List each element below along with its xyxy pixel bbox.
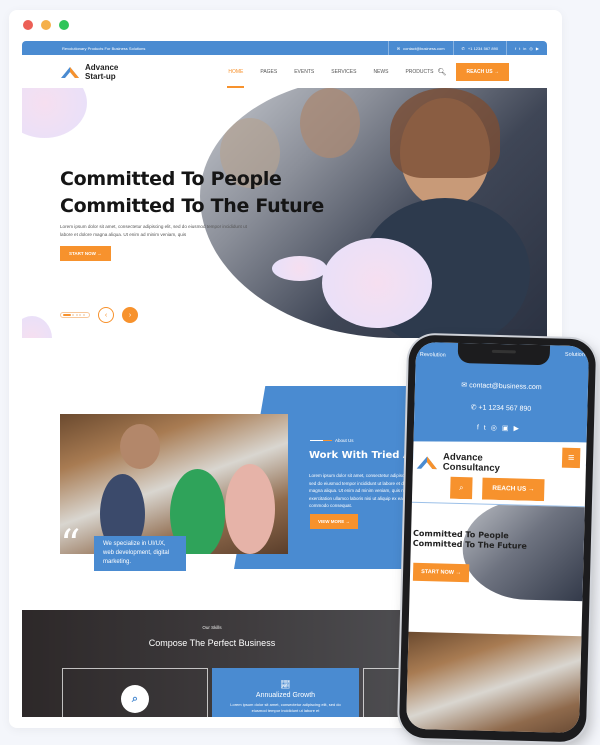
nav-menu: HOME PAGES EVENTS SERVICES NEWS PRODUCTS: [227, 69, 434, 88]
logo-mark-icon: [415, 453, 439, 472]
hero-section: Committed To People Committed To The Futu…: [22, 88, 547, 338]
social-links: f t in ◎ ▶: [506, 41, 547, 55]
twitter-icon[interactable]: t: [519, 46, 520, 51]
mobile-about-photo: [405, 631, 582, 734]
phone-contact[interactable]: ✆ +1 1234 567 890: [452, 41, 507, 55]
nav-pages[interactable]: PAGES: [260, 69, 277, 75]
next-slide-button[interactable]: ›: [122, 307, 138, 323]
nav-services[interactable]: SERVICES: [331, 69, 356, 75]
logo-line1: Advance: [85, 62, 119, 72]
youtube-icon[interactable]: ▶: [513, 425, 524, 432]
search-icon: ⌕: [121, 685, 149, 713]
maximize-dot[interactable]: [59, 20, 69, 30]
decor-blob: [322, 238, 432, 328]
mobile-email[interactable]: ✉ contact@business.com: [415, 380, 588, 393]
mobile-screen: Revolution Solution ✉ contact@business.c…: [405, 341, 590, 734]
decor-blob: [22, 316, 52, 338]
mobile-reach-us-button[interactable]: REACH US →: [482, 478, 545, 502]
top-bar: Revolutionary Products For Business Solu…: [22, 41, 547, 55]
linkedin-icon[interactable]: ▣: [502, 425, 514, 432]
slider-controls: ‹ ›: [60, 307, 138, 323]
person-shape: [300, 88, 360, 158]
skill-card-growth[interactable]: 📈︎ Annualized Growth Lorem ipsum dolor s…: [212, 668, 359, 717]
reach-us-button[interactable]: REACH US →: [456, 62, 509, 81]
decor-blob: [22, 88, 87, 138]
main-nav: Advance Start-up HOME PAGES EVENTS SERVIC…: [22, 55, 547, 88]
mobile-phone-mockup: Revolution Solution ✉ contact@business.c…: [398, 334, 597, 743]
mobile-tagline-left: Revolution: [419, 351, 446, 359]
tagline: Revolutionary Products For Business Solu…: [62, 45, 146, 51]
skill-card-research[interactable]: ⌕ Expand Your Research: [62, 668, 208, 717]
logo-mark-icon: [61, 66, 79, 78]
close-dot[interactable]: [23, 20, 33, 30]
youtube-icon[interactable]: ▶: [536, 46, 539, 51]
specialty-quote: We specialize in UI/UX, web development,…: [94, 536, 186, 571]
mobile-tagline-right: Solution: [564, 351, 585, 359]
nav-events[interactable]: EVENTS: [294, 69, 314, 75]
mobile-logo[interactable]: Advance Consultancy: [415, 452, 501, 474]
about-photo: [60, 414, 288, 554]
decor-blob: [272, 256, 327, 281]
logo[interactable]: Advance Start-up: [60, 63, 118, 81]
linkedin-icon[interactable]: in: [523, 46, 526, 51]
mobile-search-button[interactable]: ⌕: [450, 477, 473, 500]
mobile-phone[interactable]: ✆ +1 1234 567 890: [414, 402, 587, 415]
view-more-button[interactable]: VIEW MORE →: [310, 514, 359, 529]
email-contact[interactable]: ✉ contact@business.com: [387, 41, 453, 55]
facebook-icon[interactable]: f: [515, 46, 516, 51]
hero-title: Committed To People Committed To The Futu…: [60, 168, 324, 217]
nav-home[interactable]: HOME: [227, 69, 245, 88]
nav-products[interactable]: PRODUCTS: [405, 69, 433, 75]
start-now-button[interactable]: START NOW →: [60, 246, 111, 261]
mobile-hero-title: Committed To People Committed To The Futu…: [412, 528, 527, 551]
hair-shape: [390, 88, 500, 178]
phone-text: +1 1234 567 890: [467, 45, 499, 51]
logo-line2: Consultancy: [442, 461, 500, 475]
email-text: contact@business.com: [403, 45, 445, 51]
skill-card-title: Annualized Growth: [255, 692, 316, 699]
minimize-dot[interactable]: [41, 20, 51, 30]
nav-news[interactable]: NEWS: [373, 69, 388, 75]
search-icon[interactable]: 🔍︎: [438, 68, 447, 76]
instagram-icon[interactable]: ◎: [491, 425, 502, 432]
instagram-icon[interactable]: ◎: [529, 46, 533, 51]
chart-icon: 📈︎: [280, 680, 291, 689]
slide-indicator[interactable]: [60, 312, 90, 318]
window-controls: [23, 20, 69, 30]
mobile-hero: Committed To People Committed To The Futu…: [409, 501, 585, 619]
hamburger-menu-icon[interactable]: ≡: [562, 448, 581, 468]
mobile-start-now-button[interactable]: START NOW →: [412, 562, 470, 583]
about-text: Lorem ipsum dolor sit amet, consectetur …: [309, 473, 419, 508]
person-shape: [225, 464, 275, 554]
about-kicker: About Us: [310, 438, 354, 443]
mobile-nav: Advance Consultancy ≡ ⌕ REACH US →: [412, 438, 587, 503]
person-shape: [120, 424, 160, 469]
hero-text: Lorem ipsum dolor sit amet, consectetur …: [60, 224, 247, 237]
phone-notch: [457, 342, 551, 366]
phone-icon: ✆: [461, 45, 465, 51]
skills-kicker: Our Skills: [202, 625, 222, 630]
skills-title: Compose The Perfect Business: [148, 638, 276, 648]
quote-icon: “: [60, 522, 81, 568]
skill-card-text: Lorem ipsum dolor sit amet, consectetur …: [230, 702, 341, 713]
mobile-social-links: ft◎▣▶: [414, 422, 587, 435]
logo-line2: Start-up: [85, 71, 116, 81]
mail-icon: ✉: [396, 45, 401, 51]
prev-slide-button[interactable]: ‹: [98, 307, 114, 323]
